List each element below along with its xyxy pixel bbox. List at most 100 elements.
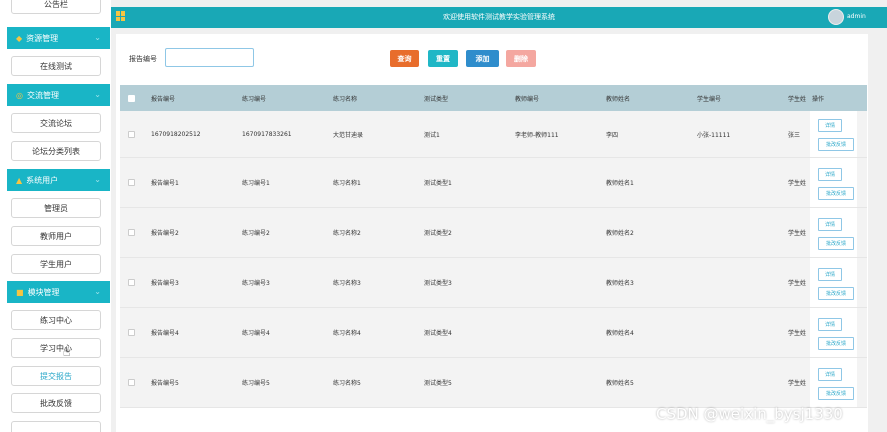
review-feedback-button[interactable]: 批改反馈 (818, 287, 854, 300)
cell-teacher-name: 李四 (606, 131, 619, 139)
sidebar-section-modules[interactable]: ■ 模块管理 ⌄ (7, 281, 110, 303)
cell-exercise-number: 练习编号5 (242, 380, 270, 387)
chevron-icon: ⌄ (94, 287, 101, 296)
cell-test-type: 测试1 (424, 131, 440, 139)
col-student-name[interactable]: 学生姓 (788, 85, 806, 111)
sidebar-section-users[interactable]: ▲ 系统用户 ⌄ (7, 169, 110, 191)
col-actions: 操作 (812, 95, 825, 103)
sidebar-section-label: 资源管理 (26, 33, 59, 43)
col-teacher-number[interactable]: 教师编号 (515, 85, 539, 111)
module-icon: ■ (16, 287, 24, 297)
cell-test-type: 测试类型4 (424, 330, 452, 337)
detail-button[interactable]: 详情 (818, 119, 842, 132)
cell-exercise-name: 练习名称2 (333, 230, 361, 237)
sidebar-item-teachers[interactable]: 教师用户 (11, 226, 101, 246)
cell-student-name: 学生姓 (788, 180, 807, 187)
sidebar-item-forum[interactable]: 交流论坛 (11, 113, 101, 133)
review-feedback-button[interactable]: 批改反馈 (818, 187, 854, 200)
cell-teacher-name: 教师姓名3 (606, 280, 634, 287)
action-cell: 详情 批改反馈 (810, 208, 857, 257)
detail-button[interactable]: 详情 (818, 268, 842, 281)
chat-icon: ◎ (16, 90, 23, 100)
avatar[interactable] (828, 9, 844, 25)
review-feedback-button[interactable]: 批改反馈 (818, 138, 854, 151)
search-label: 报告编号 (129, 55, 157, 63)
sidebar-item-admins[interactable]: 管理员 (11, 198, 101, 218)
reset-button[interactable]: 重置 (428, 50, 458, 67)
sidebar-item-announcements[interactable]: 公告栏 (11, 0, 101, 14)
report-number-input[interactable] (165, 48, 254, 67)
action-cell: 详情 批改反馈 (810, 111, 857, 157)
action-cell: 详情 批改反馈 (810, 308, 857, 357)
sidebar-item-review-feedback[interactable]: 批改反馈 (11, 393, 101, 413)
sidebar: 公告栏 ◆ 资源管理 ⌄ 在线测试 ◎ 交流管理 ⌄ 交流论坛 论坛分类列表 ▲… (0, 0, 111, 432)
cell-exercise-name: 练习名称4 (333, 330, 361, 337)
table-row: 报告编号4 练习编号4 练习名称4 测试类型4 教师姓名4 学生姓 详情 批改反… (120, 308, 867, 358)
sidebar-section-resources[interactable]: ◆ 资源管理 ⌄ (7, 27, 110, 49)
col-report-number[interactable]: 报告编号 (151, 85, 175, 111)
delete-button[interactable]: 删除 (506, 50, 536, 67)
cell-exercise-number: 练习编号3 (242, 280, 270, 287)
cell-exercise-number: 1670917833261 (242, 130, 292, 138)
sidebar-item-practice-center[interactable]: 练习中心 (11, 310, 101, 330)
sidebar-section-label: 交流管理 (26, 90, 59, 100)
col-teacher-name[interactable]: 教师姓名 (606, 85, 630, 111)
row-checkbox[interactable] (128, 279, 135, 286)
hand-cursor-icon: ☝ (63, 345, 71, 359)
chevron-icon: ⌄ (94, 33, 101, 42)
action-cell: 详情 批改反馈 (810, 258, 857, 307)
table-row: 报告编号2 练习编号2 练习名称2 测试类型2 教师姓名2 学生姓 详情 批改反… (120, 208, 867, 258)
cell-exercise-name: 练习名称3 (333, 280, 361, 287)
review-feedback-button[interactable]: 批改反馈 (818, 237, 854, 250)
table-header: 报告编号 练习编号 练习名称 测试类型 教师编号 教师姓名 学生编号 学生姓 操… (120, 85, 867, 111)
table-row: 1670918202512 1670917833261 大范甘迪录 测试1 李老… (120, 111, 867, 158)
select-all-checkbox[interactable] (128, 95, 135, 102)
col-student-number[interactable]: 学生编号 (697, 85, 721, 111)
action-cell: 详情 批改反馈 (810, 158, 857, 207)
detail-button[interactable]: 详情 (818, 318, 842, 331)
row-checkbox[interactable] (128, 379, 135, 386)
username[interactable]: admin (847, 13, 866, 20)
cell-student-name: 张三 (788, 131, 801, 139)
chevron-icon: ⌄ (94, 90, 101, 99)
watermark: CSDN @weixin_bysj1330 (656, 405, 843, 423)
table-row: 报告编号1 练习编号1 练习名称1 测试类型1 教师姓名1 学生姓 详情 批改反… (120, 158, 867, 208)
main-panel: 报告编号 查询 重置 添加 删除 报告编号 练习编号 练习名称 测试类型 教师编… (116, 34, 868, 432)
sidebar-item-online-test[interactable]: 在线测试 (11, 56, 101, 76)
cell-teacher-name: 教师姓名1 (606, 180, 634, 187)
sidebar-item-students[interactable]: 学生用户 (11, 254, 101, 274)
sidebar-item-more[interactable] (11, 421, 101, 432)
review-feedback-button[interactable]: 批改反馈 (818, 387, 854, 400)
cell-student-name: 学生姓 (788, 330, 807, 337)
col-exercise-number[interactable]: 练习编号 (242, 85, 266, 111)
cell-report-number: 报告编号3 (151, 280, 179, 287)
sidebar-section-communication[interactable]: ◎ 交流管理 ⌄ (7, 84, 110, 106)
cell-exercise-name: 大范甘迪录 (333, 131, 364, 139)
cell-teacher-name: 教师姓名4 (606, 330, 634, 337)
row-checkbox[interactable] (128, 329, 135, 336)
review-feedback-button[interactable]: 批改反馈 (818, 337, 854, 350)
cell-test-type: 测试类型3 (424, 280, 452, 287)
sidebar-item-study-center[interactable]: 学习中心 (11, 338, 101, 358)
sidebar-item-submit-report[interactable]: 提交报告 (11, 366, 101, 386)
chevron-icon: ⌄ (94, 175, 101, 184)
cell-teacher-name: 教师姓名2 (606, 230, 634, 237)
cell-exercise-number: 练习编号4 (242, 330, 270, 337)
row-checkbox[interactable] (128, 179, 135, 186)
cell-test-type: 测试类型2 (424, 230, 452, 237)
detail-button[interactable]: 详情 (818, 218, 842, 231)
detail-button[interactable]: 详情 (818, 168, 842, 181)
add-button[interactable]: 添加 (466, 50, 499, 67)
col-test-type[interactable]: 测试类型 (424, 85, 448, 111)
row-checkbox[interactable] (128, 131, 135, 138)
cell-exercise-number: 练习编号2 (242, 230, 270, 237)
cell-student-number: 小张-11111 (697, 131, 731, 139)
action-cell: 详情 批改反馈 (810, 358, 857, 407)
col-exercise-name[interactable]: 练习名称 (333, 85, 357, 111)
resource-icon: ◆ (16, 33, 23, 43)
detail-button[interactable]: 详情 (818, 368, 842, 381)
sidebar-item-forum-categories[interactable]: 论坛分类列表 (11, 141, 101, 161)
row-checkbox[interactable] (128, 229, 135, 236)
cell-test-type: 测试类型1 (424, 180, 452, 187)
query-button[interactable]: 查询 (390, 50, 419, 67)
